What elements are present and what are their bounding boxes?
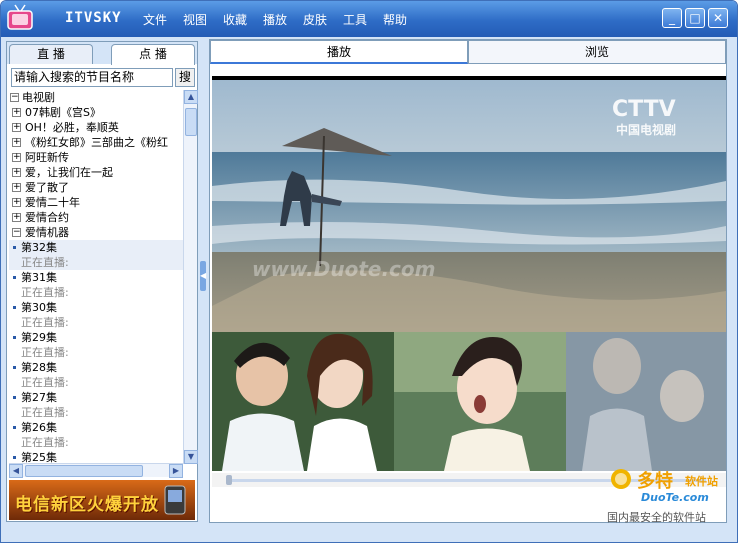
expand-icon[interactable]: + <box>12 153 21 162</box>
tree-item[interactable]: + 爱情二十年 <box>9 195 183 210</box>
panel-splitter[interactable]: ◀ <box>200 261 206 291</box>
tree-item[interactable]: +07韩剧《宫S》 <box>9 105 183 120</box>
video-player[interactable]: CTTV 中国电视剧 www.Duote.com <box>212 76 726 471</box>
scroll-down-icon[interactable]: ▼ <box>184 450 198 464</box>
tree-item[interactable]: + 阿旺新传 <box>9 150 183 165</box>
expand-icon[interactable]: + <box>12 183 21 192</box>
tab-play[interactable]: 播放 <box>210 40 468 64</box>
ad-banner[interactable]: 电信新区火爆开放 <box>9 480 195 520</box>
tree-item-expanded[interactable]: − 爱情机器 <box>9 225 183 240</box>
tree-item[interactable]: + 爱，让我们在一起 <box>9 165 183 180</box>
expand-icon[interactable]: + <box>12 108 21 117</box>
menu-play[interactable]: 播放 <box>263 11 303 28</box>
duote-logo-icon <box>611 469 631 489</box>
episode-item[interactable]: 第28集 正在直播: <box>9 360 183 390</box>
left-panel: 直 播 点 播 请输入搜索的节目名称 搜 − 电视剧 +07韩剧《宫S》 + OH！… <box>6 41 198 522</box>
maximize-button[interactable]: □ <box>685 8 705 28</box>
scroll-right-icon[interactable]: ▶ <box>169 464 183 478</box>
tab-browse[interactable]: 浏览 <box>468 40 726 64</box>
bullet-icon <box>13 246 16 249</box>
watermark-slogan: 国内最安全的软件站 <box>607 511 706 524</box>
tab-on-demand[interactable]: 点 播 <box>111 44 195 65</box>
title-bar[interactable]: ITVSKY 文件 视图 收藏 播放 皮肤 工具 帮助 _ □ ✕ <box>1 1 737 37</box>
banner-text: 电信新区火爆开放 <box>15 495 159 515</box>
tree-item[interactable]: + 爱了散了 <box>9 180 183 195</box>
expand-icon[interactable]: + <box>12 198 21 207</box>
menu-bar: 文件 视图 收藏 播放 皮肤 工具 帮助 <box>143 11 423 28</box>
menu-tools[interactable]: 工具 <box>343 11 383 28</box>
program-tree: − 电视剧 +07韩剧《宫S》 + OH！必胜，奉顺英 + 《粉红女郎》三部曲之《粉红… <box>9 90 183 464</box>
tree-item[interactable]: + 《粉红女郎》三部曲之《粉红 <box>9 135 183 150</box>
tree-item[interactable]: + OH！必胜，奉顺英 <box>9 120 183 135</box>
channel-logo-sub: 中国电视剧 <box>616 122 676 137</box>
bullet-icon <box>13 306 16 309</box>
main-window: ITVSKY 文件 视图 收藏 播放 皮肤 工具 帮助 _ □ ✕ 直 播 点 … <box>0 0 738 543</box>
tree-vertical-scrollbar[interactable]: ▲ ▼ <box>183 90 198 464</box>
search-input[interactable]: 请输入搜索的节目名称 <box>11 68 173 87</box>
bullet-icon <box>13 456 16 459</box>
watermark-brand: 多特 <box>637 471 673 492</box>
channel-logo: CTTV <box>612 97 676 122</box>
expand-icon[interactable]: + <box>12 168 21 177</box>
bullet-icon <box>13 336 16 339</box>
episode-item[interactable]: 第26集 正在直播: <box>9 420 183 450</box>
tree-horizontal-scrollbar[interactable]: ◀ ▶ <box>9 463 183 478</box>
scroll-thumb[interactable] <box>185 108 197 136</box>
expand-icon[interactable]: + <box>12 213 21 222</box>
menu-file[interactable]: 文件 <box>143 11 183 28</box>
search-button[interactable]: 搜 <box>175 68 195 87</box>
app-name: ITVSKY <box>65 10 122 26</box>
scroll-up-icon[interactable]: ▲ <box>184 90 198 104</box>
expand-icon[interactable]: + <box>12 123 21 132</box>
minimize-button[interactable]: _ <box>662 8 682 28</box>
episode-item[interactable]: 第27集 正在直播: <box>9 390 183 420</box>
video-watermark: www.Duote.com <box>252 257 436 281</box>
episode-item[interactable]: 第31集 正在直播: <box>9 270 183 300</box>
watermark-brand-suffix: 软件站 <box>685 475 718 488</box>
menu-favorites[interactable]: 收藏 <box>223 11 263 28</box>
menu-skin[interactable]: 皮肤 <box>303 11 343 28</box>
collapse-icon[interactable]: − <box>12 228 21 237</box>
right-panel: 播放 浏览 CTTV 中国电视剧 www.Duote.com <box>209 39 727 523</box>
watermark-domain: DuoTe.com <box>641 491 709 504</box>
bullet-icon <box>13 276 16 279</box>
tree-root[interactable]: − 电视剧 <box>9 90 183 105</box>
seek-handle[interactable] <box>226 475 232 485</box>
bullet-icon <box>13 366 16 369</box>
episode-item[interactable]: 第25集 <box>9 450 183 464</box>
phone-icon <box>164 485 186 515</box>
episode-item[interactable]: 第32集 正在直播: <box>9 240 183 270</box>
episode-item[interactable]: 第29集 正在直播: <box>9 330 183 360</box>
scroll-left-icon[interactable]: ◀ <box>9 464 23 478</box>
tab-live[interactable]: 直 播 <box>9 44 93 64</box>
bullet-icon <box>13 396 16 399</box>
expand-icon[interactable]: + <box>12 138 21 147</box>
menu-help[interactable]: 帮助 <box>383 11 423 28</box>
close-button[interactable]: ✕ <box>708 8 728 28</box>
bullet-icon <box>13 426 16 429</box>
collapse-icon[interactable]: − <box>10 93 19 102</box>
tv-logo-icon <box>7 4 33 30</box>
episode-item[interactable]: 第30集 正在直播: <box>9 300 183 330</box>
scroll-thumb[interactable] <box>25 465 143 477</box>
menu-view[interactable]: 视图 <box>183 11 223 28</box>
tree-item[interactable]: + 爱情合约 <box>9 210 183 225</box>
left-tabs: 直 播 点 播 <box>7 42 197 65</box>
site-watermark: 多特 软件站 DuoTe.com 国内最安全的软件站 <box>607 463 737 527</box>
video-frame: CTTV 中国电视剧 www.Duote.com <box>212 76 726 471</box>
